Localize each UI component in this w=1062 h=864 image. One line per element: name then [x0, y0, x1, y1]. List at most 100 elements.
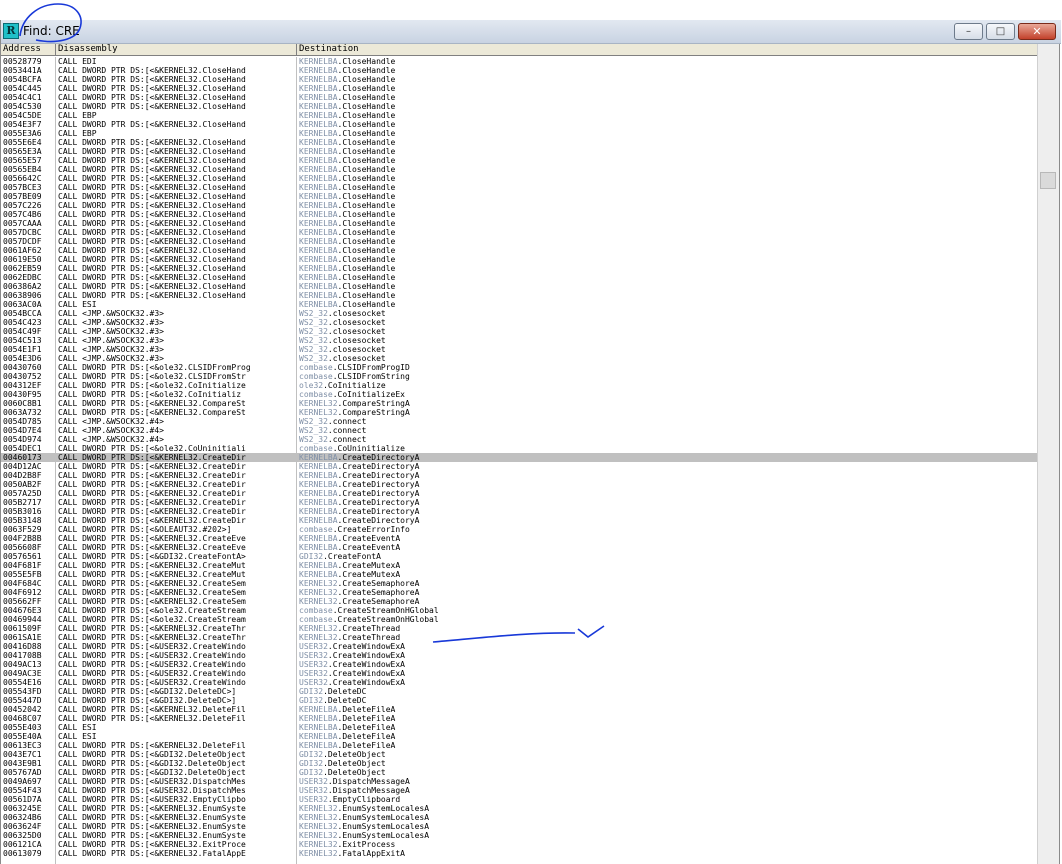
- table-row[interactable]: 0054D974 CALL <JMP.&WSOCK32.#4> WS2_32.con…: [1, 435, 1037, 444]
- table-row[interactable]: 0061SA1E CALL DWORD PTR DS:[<&KERNEL32.Cr…: [1, 633, 1037, 642]
- table-row[interactable]: 0057A25D CALL DWORD PTR DS:[<&KERNEL32.Cr…: [1, 489, 1037, 498]
- table-row[interactable]: 0063624F CALL DWORD PTR DS:[<&KERNEL32.En…: [1, 822, 1037, 831]
- table-row[interactable]: 00638906 CALL DWORD PTR DS:[<&KERNEL32.Cl…: [1, 291, 1037, 300]
- table-row[interactable]: 00554E16 CALL DWORD PTR DS:[<&USER32.Crea…: [1, 678, 1037, 687]
- table-row[interactable]: 0061509F CALL DWORD PTR DS:[<&KERNEL32.Cr…: [1, 624, 1037, 633]
- table-row[interactable]: 005B2717 CALL DWORD PTR DS:[<&KERNEL32.Cr…: [1, 498, 1037, 507]
- table-row[interactable]: 0061AF62 CALL DWORD PTR DS:[<&KERNEL32.Cl…: [1, 246, 1037, 255]
- table-row[interactable]: 0063AC0A CALL ESI KERNELBA.CloseHandle: [1, 300, 1037, 309]
- table-row[interactable]: 00619E50 CALL DWORD PTR DS:[<&KERNEL32.Cl…: [1, 255, 1037, 264]
- table-row[interactable]: 004D12AC CALL DWORD PTR DS:[<&KERNEL32.Cr…: [1, 462, 1037, 471]
- table-row[interactable]: 00554F43 CALL DWORD PTR DS:[<&USER32.Disp…: [1, 786, 1037, 795]
- table-row[interactable]: 0054C445 CALL DWORD PTR DS:[<&KERNEL32.Cl…: [1, 84, 1037, 93]
- table-row[interactable]: 004312EF CALL DWORD PTR DS:[<&ole32.CoIni…: [1, 381, 1037, 390]
- column-header-address[interactable]: Address: [1, 44, 56, 55]
- table-row[interactable]: 00576561 CALL DWORD PTR DS:[<&GDI32.Creat…: [1, 552, 1037, 561]
- table-row[interactable]: 0055447D CALL DWORD PTR DS:[<&GDI32.Delet…: [1, 696, 1037, 705]
- table-row[interactable]: 006324B6 CALL DWORD PTR DS:[<&KERNEL32.En…: [1, 813, 1037, 822]
- table-row[interactable]: 0054C5DE CALL EBP KERNELBA.CloseHandle: [1, 111, 1037, 120]
- table-row[interactable]: 00430F95 CALL DWORD PTR DS:[<&ole32.CoIni…: [1, 390, 1037, 399]
- table-row[interactable]: 004D2B8F CALL DWORD PTR DS:[<&KERNEL32.Cr…: [1, 471, 1037, 480]
- vertical-scrollbar[interactable]: [1037, 44, 1059, 864]
- table-row[interactable]: 0054C513 CALL <JMP.&WSOCK32.#3> WS2_32.clo…: [1, 336, 1037, 345]
- table-row[interactable]: 00452042 CALL DWORD PTR DS:[<&KERNEL32.De…: [1, 705, 1037, 714]
- close-button[interactable]: ✕: [1018, 23, 1056, 40]
- table-row[interactable]: 0054C530 CALL DWORD PTR DS:[<&KERNEL32.Cl…: [1, 102, 1037, 111]
- table-row[interactable]: 00528779 CALL EDI KERNELBA.CloseHandle: [1, 57, 1037, 66]
- table-row[interactable]: 00565E3A CALL DWORD PTR DS:[<&KERNEL32.Cl…: [1, 147, 1037, 156]
- table-row[interactable]: 0054C423 CALL <JMP.&WSOCK32.#3> WS2_32.clo…: [1, 318, 1037, 327]
- table-row[interactable]: 0054E3F7 CALL DWORD PTR DS:[<&KERNEL32.Cl…: [1, 120, 1037, 129]
- table-row[interactable]: 006325D0 CALL DWORD PTR DS:[<&KERNEL32.En…: [1, 831, 1037, 840]
- table-row[interactable]: 0050AB2F CALL DWORD PTR DS:[<&KERNEL32.Cr…: [1, 480, 1037, 489]
- table-row[interactable]: 00460173 CALL DWORD PTR DS:[<&KERNEL32.Cr…: [1, 453, 1037, 462]
- table-row[interactable]: 0062EB59 CALL DWORD PTR DS:[<&KERNEL32.Cl…: [1, 264, 1037, 273]
- table-row[interactable]: 0049AC3E CALL DWORD PTR DS:[<&USER32.Crea…: [1, 669, 1037, 678]
- table-row[interactable]: 004676E3 CALL DWORD PTR DS:[<&ole32.Creat…: [1, 606, 1037, 615]
- table-row[interactable]: 0063F529 CALL DWORD PTR DS:[<&OLEAUT32.#2…: [1, 525, 1037, 534]
- table-row[interactable]: 004F6912 CALL DWORD PTR DS:[<&KERNEL32.Cr…: [1, 588, 1037, 597]
- table-row[interactable]: 0055E6E4 CALL DWORD PTR DS:[<&KERNEL32.Cl…: [1, 138, 1037, 147]
- table-row[interactable]: 0063A732 CALL DWORD PTR DS:[<&KERNEL32.Co…: [1, 408, 1037, 417]
- table-row[interactable]: 00565E57 CALL DWORD PTR DS:[<&KERNEL32.Cl…: [1, 156, 1037, 165]
- table-row[interactable]: 0054D7E4 CALL <JMP.&WSOCK32.#4> WS2_32.con…: [1, 426, 1037, 435]
- title-bar[interactable]: R Find: CRE – □ ✕: [1, 20, 1061, 44]
- table-row[interactable]: 00613EC3 CALL DWORD PTR DS:[<&KERNEL32.De…: [1, 741, 1037, 750]
- table-row[interactable]: 00613079 CALL DWORD PTR DS:[<&KERNEL32.Fa…: [1, 849, 1037, 858]
- table-row[interactable]: 0056608F CALL DWORD PTR DS:[<&KERNEL32.Cr…: [1, 543, 1037, 552]
- table-row[interactable]: 0055E3A6 CALL EBP KERNELBA.CloseHandle: [1, 129, 1037, 138]
- table-row[interactable]: 0056642C CALL DWORD PTR DS:[<&KERNEL32.Cl…: [1, 174, 1037, 183]
- table-row[interactable]: 0054DEC1 CALL DWORD PTR DS:[<&ole32.CoUni…: [1, 444, 1037, 453]
- table-row[interactable]: 00468C07 CALL DWORD PTR DS:[<&KERNEL32.De…: [1, 714, 1037, 723]
- scrollbar-thumb[interactable]: [1040, 172, 1056, 189]
- maximize-button[interactable]: □: [986, 23, 1015, 40]
- table-row[interactable]: 006386A2 CALL DWORD PTR DS:[<&KERNEL32.Cl…: [1, 282, 1037, 291]
- table-row[interactable]: 005543FD CALL DWORD PTR DS:[<&GDI32.Delet…: [1, 687, 1037, 696]
- table-row[interactable]: 005B3148 CALL DWORD PTR DS:[<&KERNEL32.Cr…: [1, 516, 1037, 525]
- table-row[interactable]: 0055E40A CALL ESI KERNELBA.DeleteFileA: [1, 732, 1037, 741]
- table-row[interactable]: 0053441A CALL DWORD PTR DS:[<&KERNEL32.Cl…: [1, 66, 1037, 75]
- table-row[interactable]: 0041708B CALL DWORD PTR DS:[<&USER32.Crea…: [1, 651, 1037, 660]
- table-row[interactable]: 004F684C CALL DWORD PTR DS:[<&KERNEL32.Cr…: [1, 579, 1037, 588]
- table-row[interactable]: 0057DCDF CALL DWORD PTR DS:[<&KERNEL32.Cl…: [1, 237, 1037, 246]
- table-row[interactable]: 0057C4B6 CALL DWORD PTR DS:[<&KERNEL32.Cl…: [1, 210, 1037, 219]
- table-row[interactable]: 0057DCBC CALL DWORD PTR DS:[<&KERNEL32.Cl…: [1, 228, 1037, 237]
- table-row[interactable]: 0055E5FB CALL DWORD PTR DS:[<&KERNEL32.Cr…: [1, 570, 1037, 579]
- table-row[interactable]: 006121CA CALL DWORD PTR DS:[<&KERNEL32.Ex…: [1, 840, 1037, 849]
- table-row[interactable]: 0057CAAA CALL DWORD PTR DS:[<&KERNEL32.Cl…: [1, 219, 1037, 228]
- table-row[interactable]: 004F2B8B CALL DWORD PTR DS:[<&KERNEL32.Cr…: [1, 534, 1037, 543]
- table-row[interactable]: 0043E7C1 CALL DWORD PTR DS:[<&GDI32.Delet…: [1, 750, 1037, 759]
- table-row[interactable]: 0049A697 CALL DWORD PTR DS:[<&USER32.Disp…: [1, 777, 1037, 786]
- table-row[interactable]: 00430752 CALL DWORD PTR DS:[<&ole32.CLSID…: [1, 372, 1037, 381]
- table-row[interactable]: 0063245E CALL DWORD PTR DS:[<&KERNEL32.En…: [1, 804, 1037, 813]
- table-row[interactable]: 00565EB4 CALL DWORD PTR DS:[<&KERNEL32.Cl…: [1, 165, 1037, 174]
- column-header-destination[interactable]: Destination: [297, 44, 1037, 55]
- table-row[interactable]: 0057C226 CALL DWORD PTR DS:[<&KERNEL32.Cl…: [1, 201, 1037, 210]
- table-row[interactable]: 0060C8B1 CALL DWORD PTR DS:[<&KERNEL32.Co…: [1, 399, 1037, 408]
- table-row[interactable]: 00416D88 CALL DWORD PTR DS:[<&USER32.Crea…: [1, 642, 1037, 651]
- table-row[interactable]: 0054BCCA CALL <JMP.&WSOCK32.#3> WS2_32.clo…: [1, 309, 1037, 318]
- table-row[interactable]: 0057BE09 CALL DWORD PTR DS:[<&KERNEL32.Cl…: [1, 192, 1037, 201]
- table-row[interactable]: 005B3016 CALL DWORD PTR DS:[<&KERNEL32.Cr…: [1, 507, 1037, 516]
- minimize-button[interactable]: –: [954, 23, 983, 40]
- results-list[interactable]: 00528779 CALL EDI KERNELBA.CloseHandle 0053…: [1, 57, 1037, 864]
- table-row[interactable]: 005767AD CALL DWORD PTR DS:[<&GDI32.Delet…: [1, 768, 1037, 777]
- table-row[interactable]: 0062EDBC CALL DWORD PTR DS:[<&KERNEL32.Cl…: [1, 273, 1037, 282]
- table-row[interactable]: 0054BCFA CALL DWORD PTR DS:[<&KERNEL32.Cl…: [1, 75, 1037, 84]
- table-row[interactable]: 0054C4C1 CALL DWORD PTR DS:[<&KERNEL32.Cl…: [1, 93, 1037, 102]
- table-row[interactable]: 0054E1F1 CALL <JMP.&WSOCK32.#3> WS2_32.clo…: [1, 345, 1037, 354]
- table-row[interactable]: 0049AC13 CALL DWORD PTR DS:[<&USER32.Crea…: [1, 660, 1037, 669]
- table-row[interactable]: 0054C49F CALL <JMP.&WSOCK32.#3> WS2_32.clo…: [1, 327, 1037, 336]
- table-row[interactable]: 00430760 CALL DWORD PTR DS:[<&ole32.CLSID…: [1, 363, 1037, 372]
- table-row[interactable]: 0054D785 CALL <JMP.&WSOCK32.#4> WS2_32.con…: [1, 417, 1037, 426]
- table-row[interactable]: 0055E403 CALL ESI KERNELBA.DeleteFileA: [1, 723, 1037, 732]
- table-row[interactable]: 0054E3D6 CALL <JMP.&WSOCK32.#3> WS2_32.clo…: [1, 354, 1037, 363]
- table-row[interactable]: 004F681F CALL DWORD PTR DS:[<&KERNEL32.Cr…: [1, 561, 1037, 570]
- table-row[interactable]: 0057BCE3 CALL DWORD PTR DS:[<&KERNEL32.Cl…: [1, 183, 1037, 192]
- table-row[interactable]: 005662FF CALL DWORD PTR DS:[<&KERNEL32.Cr…: [1, 597, 1037, 606]
- table-row[interactable]: 00561D7A CALL DWORD PTR DS:[<&USER32.Empt…: [1, 795, 1037, 804]
- table-row[interactable]: 0043E9B1 CALL DWORD PTR DS:[<&GDI32.Delet…: [1, 759, 1037, 768]
- table-row[interactable]: 00469944 CALL DWORD PTR DS:[<&ole32.Creat…: [1, 615, 1037, 624]
- destination-module: KERNEL32: [299, 822, 338, 831]
- column-header-disassembly[interactable]: Disassembly: [56, 44, 297, 55]
